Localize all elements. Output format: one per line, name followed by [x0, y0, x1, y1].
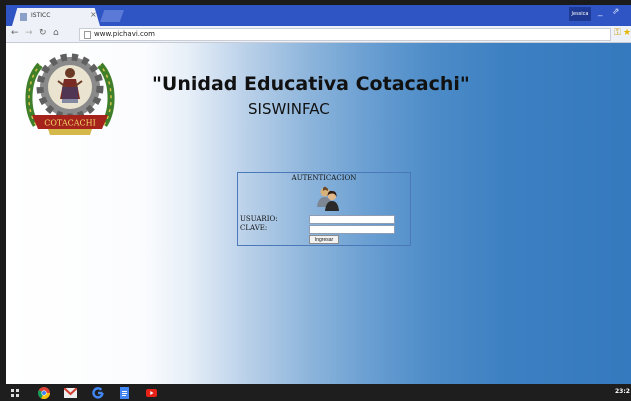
reload-icon[interactable]: ↻	[39, 28, 47, 38]
page-icon	[84, 31, 91, 39]
chrome-icon[interactable]	[38, 387, 50, 399]
school-crest-logo: COTACACHI	[25, 53, 115, 135]
desktop-screen: ISTICC × Jessica _ ⇗ ← → ↻ ⌂ www.pichavi…	[0, 0, 631, 401]
os-taskbar: 23:2	[0, 384, 631, 401]
page-favicon-icon	[20, 13, 27, 21]
docs-icon[interactable]	[120, 387, 129, 399]
web-page: COTACACHI "Unidad Educativa Cotacachi" S…	[6, 43, 631, 384]
key-icon[interactable]: ⚿	[614, 28, 621, 38]
login-button[interactable]: Ingresar	[309, 235, 339, 244]
system-clock: 23:2	[615, 388, 630, 395]
login-heading: AUTENTICACION	[291, 174, 357, 182]
password-input[interactable]	[309, 225, 395, 234]
tab-close-icon[interactable]: ×	[90, 10, 97, 19]
browser-toolbar: ← → ↻ ⌂ www.pichavi.com ⚿ ★	[6, 26, 631, 43]
youtube-icon[interactable]	[146, 388, 157, 398]
apps-icon[interactable]	[10, 388, 20, 398]
users-icon	[317, 186, 339, 211]
google-icon[interactable]	[92, 387, 104, 399]
bookmark-star-icon[interactable]: ★	[623, 28, 631, 38]
back-arrow-icon[interactable]: ←	[11, 28, 19, 38]
new-tab-button[interactable]	[100, 10, 124, 22]
profile-button[interactable]: Jessica	[569, 7, 591, 21]
tab-title: ISTICC	[31, 12, 51, 19]
browser-tab[interactable]: ISTICC ×	[12, 8, 100, 26]
gmail-icon[interactable]	[64, 388, 77, 398]
home-icon[interactable]: ⌂	[53, 28, 59, 38]
login-form: AUTENTICACION USUARIO: CLAVE: Ingresar	[237, 172, 411, 246]
username-input[interactable]	[309, 215, 395, 224]
url-text: www.pichavi.com	[94, 30, 155, 38]
page-title: "Unidad Educativa Cotacachi"	[152, 73, 470, 95]
logo-banner-text: COTACACHI	[44, 119, 96, 128]
page-subtitle: SISWINFAC	[248, 100, 330, 118]
restore-icon[interactable]: ⇗	[612, 7, 620, 17]
browser-tabstrip: ISTICC × Jessica _ ⇗	[6, 5, 631, 26]
password-label: CLAVE:	[240, 224, 268, 232]
username-label: USUARIO:	[240, 215, 278, 223]
address-bar[interactable]: www.pichavi.com	[79, 28, 611, 41]
minimize-icon[interactable]: _	[598, 7, 603, 17]
forward-arrow-icon[interactable]: →	[25, 28, 33, 38]
